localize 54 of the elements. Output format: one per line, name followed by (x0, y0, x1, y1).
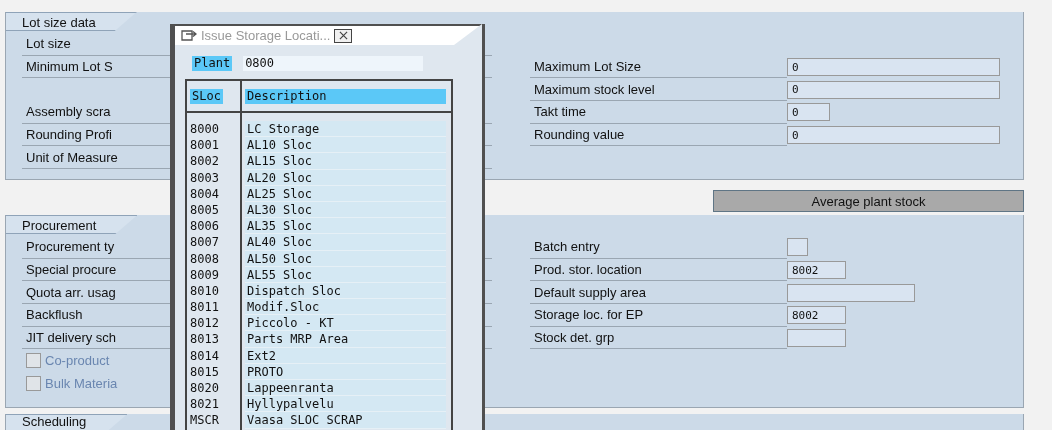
table-cell[interactable]: 8003 (190, 169, 240, 186)
table-cell[interactable]: Piccolo - KT (245, 315, 446, 332)
field-label: Rounding value (530, 123, 787, 147)
field-label: Stock det. grp (530, 326, 787, 350)
checkbox-label: Co-product (45, 353, 110, 369)
field-label: Storage loc. for EP (530, 304, 787, 327)
input-field[interactable] (787, 329, 846, 348)
input-field[interactable] (787, 283, 915, 302)
plant-field: 0800 (243, 55, 424, 71)
table-cell[interactable]: AL10 Sloc (245, 137, 446, 154)
column-header[interactable]: SLoc (190, 88, 223, 104)
table-cell[interactable]: Lappeenranta (245, 380, 446, 397)
table-cell[interactable]: 8009 (190, 266, 240, 283)
input-field[interactable]: 8002 (787, 306, 846, 325)
table-cell[interactable]: Hyllypalvelu (245, 396, 446, 413)
field-label: Takt time (530, 101, 787, 124)
table-cell[interactable]: 8004 (190, 185, 240, 202)
table-cell[interactable]: MSCR (190, 412, 240, 429)
table-cell[interactable]: 8007 (190, 234, 240, 251)
table-cell[interactable]: 8014 (190, 347, 240, 364)
table-cell[interactable]: AL15 Sloc (245, 153, 446, 170)
field-label: Maximum Lot Size (530, 55, 787, 79)
table-cell[interactable]: 8005 (190, 201, 240, 219)
table-cell[interactable]: 8015 (190, 363, 240, 380)
table-cell[interactable]: Parts MRP Area (245, 331, 446, 348)
table-cell[interactable]: LC Storage (245, 121, 446, 138)
table-cell[interactable]: AL35 Sloc (245, 218, 446, 235)
table-cell[interactable]: 8000 (190, 121, 240, 138)
input-field[interactable]: 8002 (787, 261, 846, 280)
table-cell[interactable]: 8013 (190, 331, 240, 348)
checkbox[interactable] (787, 238, 808, 257)
field-label: Default supply area (530, 281, 787, 305)
checkbox-label: Bulk Materia (45, 375, 118, 391)
input-field[interactable]: 0 (787, 80, 1000, 99)
input-field[interactable]: 0 (787, 58, 1000, 77)
table-cell[interactable]: 8010 (190, 282, 240, 300)
field-label: Batch entry (530, 236, 787, 259)
input-field[interactable]: 0 (787, 103, 830, 122)
table-cell[interactable]: AL40 Sloc (245, 234, 446, 251)
field-label: Maximum stock level (530, 78, 787, 102)
input-field[interactable]: 0 (787, 126, 1000, 145)
table-cell[interactable]: Modif.Sloc (245, 299, 446, 316)
table-cell[interactable]: 8020 (190, 380, 240, 397)
close-icon (338, 31, 348, 40)
plant-label: Plant (192, 55, 233, 71)
table-cell[interactable]: 8006 (190, 218, 240, 235)
table-cell[interactable]: Vaasa SLOC SCRAP (245, 412, 446, 429)
dialog-icon (181, 30, 197, 41)
average-plant-stock-button[interactable]: Average plant stock (713, 190, 1024, 212)
table-cell[interactable]: 8021 (190, 396, 240, 413)
close-button[interactable] (334, 28, 353, 43)
table-cell[interactable]: 8002 (190, 153, 240, 170)
field-label: Prod. stor. location (530, 258, 787, 282)
column-header[interactable]: Description (245, 88, 446, 104)
